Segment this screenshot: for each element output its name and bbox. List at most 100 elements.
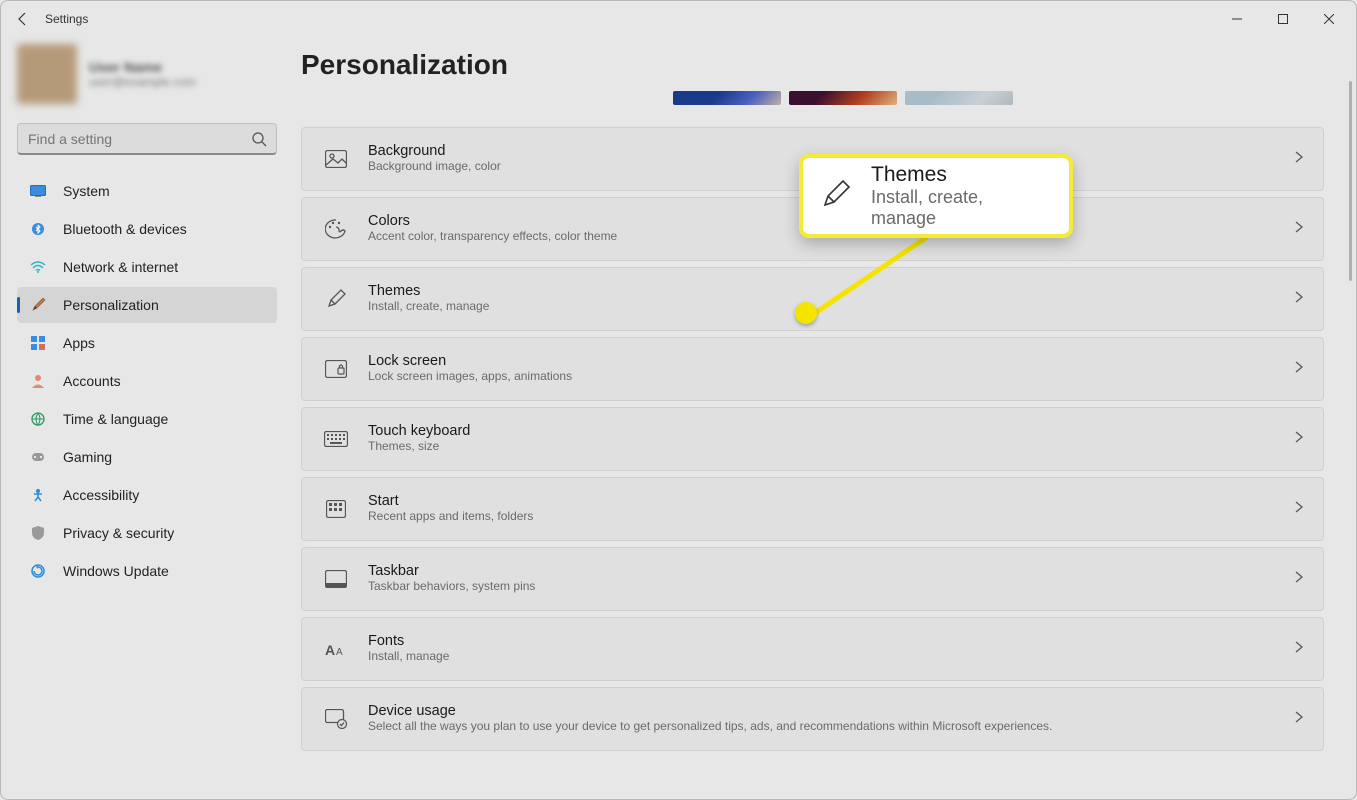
chevron-right-icon: [1295, 360, 1303, 378]
nav-label: Gaming: [63, 449, 112, 465]
person-icon: [29, 372, 47, 390]
minimize-button[interactable]: [1214, 1, 1260, 37]
nav-label: System: [63, 183, 110, 199]
content-area: User Name user@example.com System Blueto…: [1, 37, 1356, 799]
card-lock-screen[interactable]: Lock screenLock screen images, apps, ani…: [301, 337, 1324, 401]
card-sub: Themes, size: [368, 439, 1295, 455]
account-email: user@example.com: [89, 75, 196, 89]
sidebar-item-time-language[interactable]: Time & language: [17, 401, 277, 437]
card-title: Colors: [368, 213, 1295, 229]
chevron-right-icon: [1295, 500, 1303, 518]
search-icon: [251, 131, 267, 152]
card-sub: Accent color, transparency effects, colo…: [368, 229, 1295, 245]
chevron-right-icon: [1295, 710, 1303, 728]
palette-icon: [322, 215, 350, 243]
bluetooth-icon: [29, 220, 47, 238]
back-button[interactable]: [5, 1, 41, 37]
sidebar-item-gaming[interactable]: Gaming: [17, 439, 277, 475]
card-fonts[interactable]: AA FontsInstall, manage: [301, 617, 1324, 681]
nav: System Bluetooth & devices Network & int…: [17, 173, 277, 589]
card-sub: Background image, color: [368, 159, 1295, 175]
card-title: Lock screen: [368, 353, 1295, 369]
sidebar-item-personalization[interactable]: Personalization: [17, 287, 277, 323]
card-start[interactable]: StartRecent apps and items, folders: [301, 477, 1324, 541]
card-sub: Install, manage: [368, 649, 1295, 665]
close-button[interactable]: [1306, 1, 1352, 37]
card-background[interactable]: BackgroundBackground image, color: [301, 127, 1324, 191]
theme-thumb[interactable]: [789, 91, 897, 105]
card-touch-keyboard[interactable]: Touch keyboardThemes, size: [301, 407, 1324, 471]
card-themes[interactable]: ThemesInstall, create, manage: [301, 267, 1324, 331]
card-title: Device usage: [368, 703, 1295, 719]
accessibility-icon: [29, 486, 47, 504]
taskbar-icon: [322, 565, 350, 593]
card-title: Start: [368, 493, 1295, 509]
start-icon: [322, 495, 350, 523]
nav-label: Privacy & security: [63, 525, 174, 541]
theme-thumb[interactable]: [905, 91, 1013, 105]
fonts-icon: AA: [322, 635, 350, 663]
keyboard-icon: [322, 425, 350, 453]
sidebar-item-accounts[interactable]: Accounts: [17, 363, 277, 399]
pen-icon: [322, 285, 350, 313]
main-panel: Personalization BackgroundBackground ima…: [301, 37, 1356, 799]
theme-thumb[interactable]: [673, 91, 781, 105]
chevron-right-icon: [1295, 220, 1303, 238]
settings-cards: BackgroundBackground image, color Colors…: [301, 127, 1324, 751]
chevron-right-icon: [1295, 430, 1303, 448]
scrollbar-thumb[interactable]: [1349, 81, 1352, 281]
page-title: Personalization: [301, 49, 1324, 81]
window-controls: [1214, 1, 1352, 37]
chevron-right-icon: [1295, 570, 1303, 588]
nav-label: Windows Update: [63, 563, 169, 579]
nav-label: Accounts: [63, 373, 121, 389]
account-text: User Name user@example.com: [89, 59, 196, 89]
sidebar-item-bluetooth[interactable]: Bluetooth & devices: [17, 211, 277, 247]
sidebar-item-windows-update[interactable]: Windows Update: [17, 553, 277, 589]
system-icon: [29, 182, 47, 200]
svg-text:A: A: [325, 642, 335, 658]
card-title: Themes: [368, 283, 1295, 299]
card-title: Taskbar: [368, 563, 1295, 579]
card-title: Background: [368, 143, 1295, 159]
card-colors[interactable]: ColorsAccent color, transparency effects…: [301, 197, 1324, 261]
card-taskbar[interactable]: TaskbarTaskbar behaviors, system pins: [301, 547, 1324, 611]
sidebar-item-privacy[interactable]: Privacy & security: [17, 515, 277, 551]
lock-screen-icon: [322, 355, 350, 383]
gaming-icon: [29, 448, 47, 466]
nav-label: Accessibility: [63, 487, 139, 503]
card-title: Touch keyboard: [368, 423, 1295, 439]
settings-window: Settings User Name user@example.com: [0, 0, 1357, 800]
sidebar-item-apps[interactable]: Apps: [17, 325, 277, 361]
maximize-button[interactable]: [1260, 1, 1306, 37]
sidebar-item-accessibility[interactable]: Accessibility: [17, 477, 277, 513]
theme-thumbnails: [673, 91, 1324, 105]
apps-icon: [29, 334, 47, 352]
sidebar-item-system[interactable]: System: [17, 173, 277, 209]
account-name: User Name: [89, 59, 196, 75]
card-sub: Taskbar behaviors, system pins: [368, 579, 1295, 595]
nav-label: Time & language: [63, 411, 168, 427]
svg-text:A: A: [336, 647, 343, 658]
nav-label: Apps: [63, 335, 95, 351]
chevron-right-icon: [1295, 640, 1303, 658]
app-title: Settings: [41, 12, 88, 26]
titlebar: Settings: [1, 1, 1356, 37]
nav-label: Network & internet: [63, 259, 178, 275]
card-sub: Install, create, manage: [368, 299, 1295, 315]
search-input[interactable]: [17, 123, 277, 155]
picture-icon: [322, 145, 350, 173]
search-wrap: [17, 123, 277, 155]
account-block[interactable]: User Name user@example.com: [17, 43, 301, 105]
sidebar-item-network[interactable]: Network & internet: [17, 249, 277, 285]
nav-label: Personalization: [63, 297, 159, 313]
shield-icon: [29, 524, 47, 542]
card-sub: Recent apps and items, folders: [368, 509, 1295, 525]
card-sub: Select all the ways you plan to use your…: [368, 719, 1295, 735]
globe-icon: [29, 410, 47, 428]
chevron-right-icon: [1295, 290, 1303, 308]
avatar: [17, 44, 77, 104]
card-device-usage[interactable]: Device usageSelect all the ways you plan…: [301, 687, 1324, 751]
card-sub: Lock screen images, apps, animations: [368, 369, 1295, 385]
sidebar: User Name user@example.com System Blueto…: [1, 37, 301, 799]
